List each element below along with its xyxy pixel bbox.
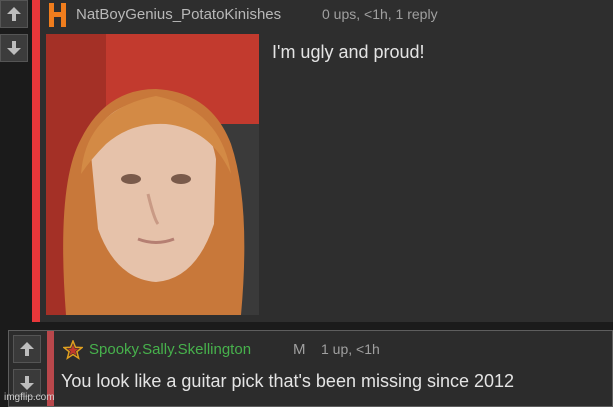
user-badge-icon xyxy=(49,3,66,27)
reply-comment: Spooky.Sally.Skellington M 1 up, <1h You… xyxy=(8,330,613,407)
upvote-button[interactable] xyxy=(0,0,28,28)
arrow-up-icon xyxy=(7,7,21,21)
comment-meta: 1 up, <1h xyxy=(321,341,380,357)
comment-thread-bar xyxy=(32,0,40,322)
upvote-button[interactable] xyxy=(13,335,41,363)
comment: NatBoyGenius_PotatoKinishes 0 ups, <1h, … xyxy=(32,0,613,322)
comment-username[interactable]: Spooky.Sally.Skellington xyxy=(89,341,251,358)
downvote-button[interactable] xyxy=(0,34,28,62)
star-icon xyxy=(63,340,83,360)
mod-tag: M xyxy=(293,341,306,358)
arrow-down-icon xyxy=(7,41,21,55)
watermark: imgflip.com xyxy=(4,392,55,403)
comment-username[interactable]: NatBoyGenius_PotatoKinishes xyxy=(76,6,281,23)
arrow-down-icon xyxy=(20,376,34,390)
arrow-up-icon xyxy=(20,342,34,356)
comment-text: I'm ugly and proud! xyxy=(272,42,425,62)
comment-image[interactable] xyxy=(46,34,259,315)
comment-meta: 0 ups, <1h, 1 reply xyxy=(322,6,438,22)
comment-text: You look like a guitar pick that's been … xyxy=(61,371,515,391)
